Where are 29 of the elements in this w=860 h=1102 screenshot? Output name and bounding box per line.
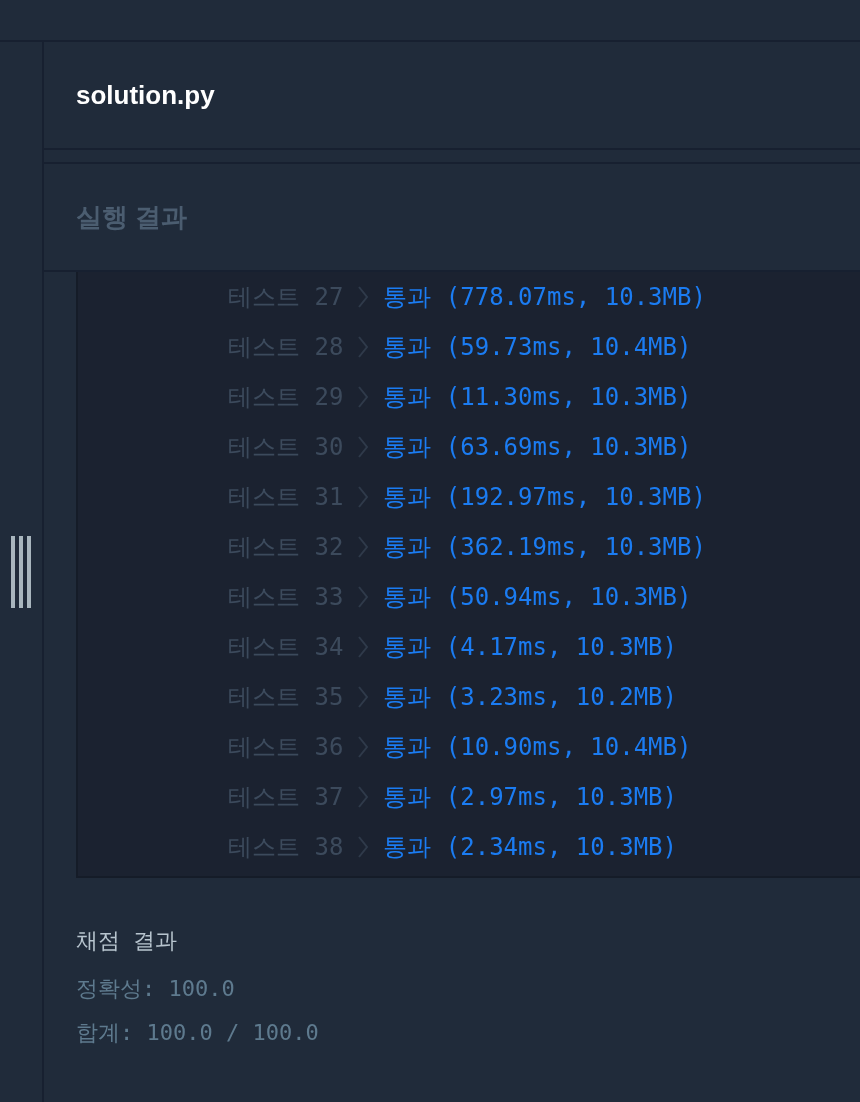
chevron-icon bbox=[358, 486, 369, 508]
score-line: 합계: 100.0 / 100.0 bbox=[76, 1019, 320, 1047]
chevron-icon bbox=[358, 686, 369, 708]
test-result: 통과 (2.34ms, 10.3MB) bbox=[383, 832, 677, 863]
chevron-icon bbox=[358, 636, 369, 658]
chevron-icon bbox=[358, 336, 369, 358]
test-result: 통과 (192.97ms, 10.3MB) bbox=[383, 482, 706, 513]
chevron-icon bbox=[358, 786, 369, 808]
test-result: 통과 (11.30ms, 10.3MB) bbox=[383, 382, 692, 413]
test-result: 통과 (778.07ms, 10.3MB) bbox=[383, 282, 706, 313]
test-result: 통과 (63.69ms, 10.3MB) bbox=[383, 432, 692, 463]
chevron-icon bbox=[358, 436, 369, 458]
chevron-icon bbox=[358, 836, 369, 858]
chevron-icon bbox=[358, 536, 369, 558]
test-result: 통과 (4.17ms, 10.3MB) bbox=[383, 632, 677, 663]
drag-handle-icon[interactable] bbox=[11, 536, 31, 608]
chevron-icon bbox=[358, 736, 369, 758]
test-result: 통과 (50.94ms, 10.3MB) bbox=[383, 582, 692, 613]
chevron-icon bbox=[358, 586, 369, 608]
section-title: 채점 결과 bbox=[76, 927, 179, 955]
file-tab-title: solution.py bbox=[76, 79, 215, 111]
score-line: 정확성: 100.0 bbox=[76, 975, 236, 1003]
chevron-icon bbox=[358, 286, 369, 308]
test-result: 통과 (362.19ms, 10.3MB) bbox=[383, 532, 706, 563]
test-result: 통과 (2.97ms, 10.3MB) bbox=[383, 782, 677, 813]
test-result: 통과 (10.90ms, 10.4MB) bbox=[383, 732, 692, 763]
chevron-icon bbox=[358, 386, 369, 408]
test-result: 통과 (3.23ms, 10.2MB) bbox=[383, 682, 677, 713]
test-result: 통과 (59.73ms, 10.4MB) bbox=[383, 332, 692, 363]
